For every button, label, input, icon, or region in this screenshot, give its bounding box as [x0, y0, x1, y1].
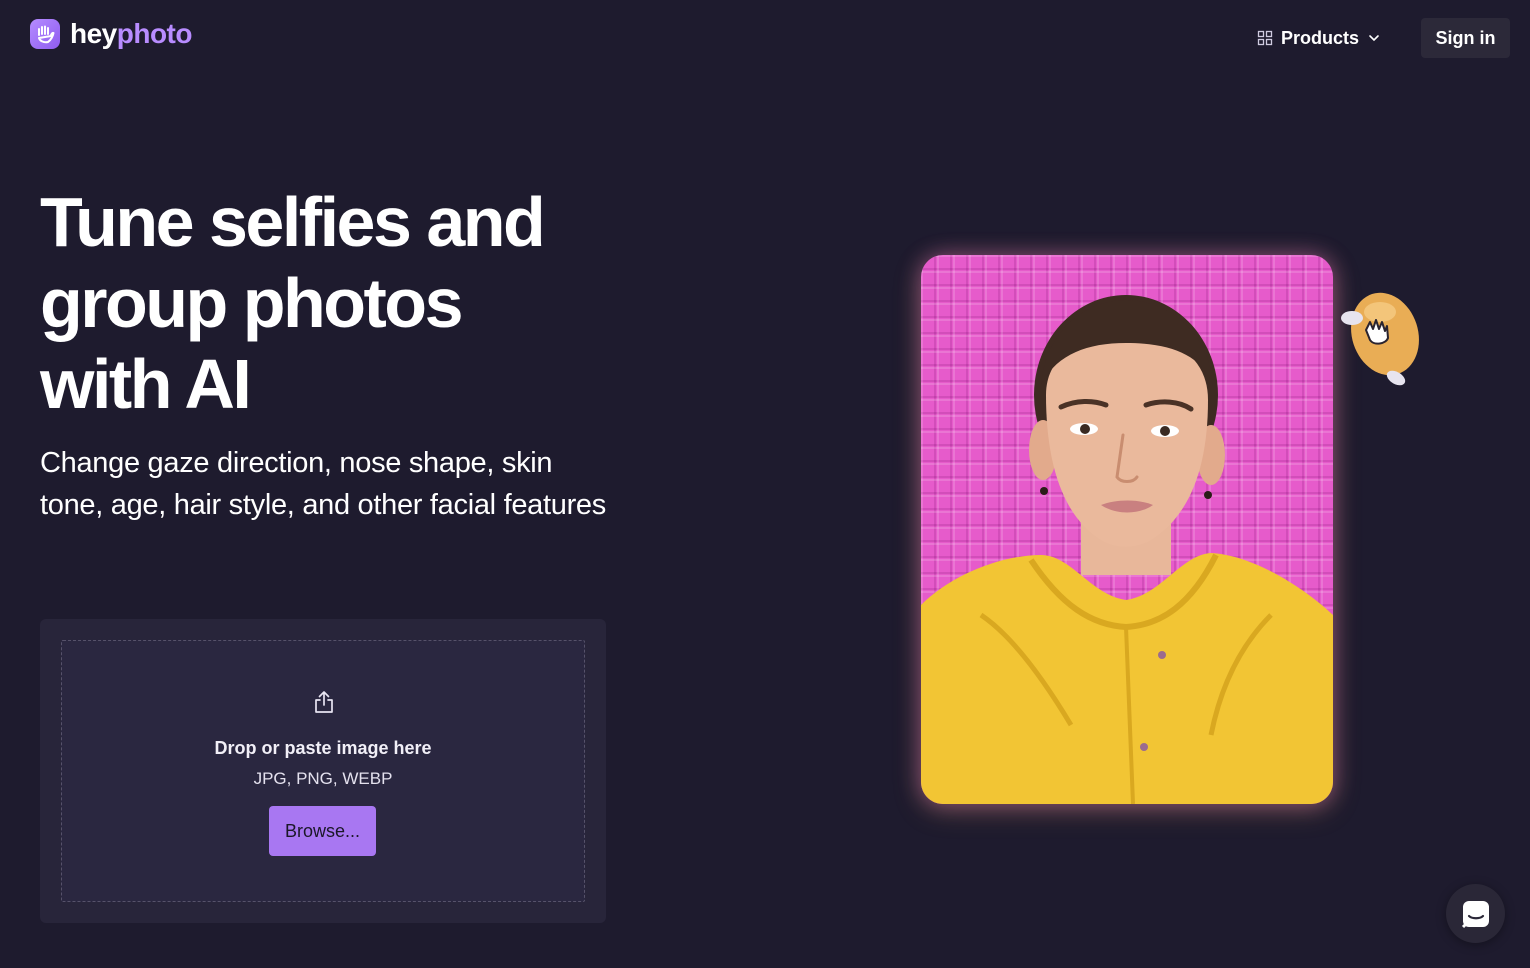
- demo-photo: [921, 255, 1333, 804]
- chat-button[interactable]: [1446, 884, 1505, 943]
- grid-icon: [1257, 30, 1273, 46]
- logo[interactable]: heyphoto: [30, 18, 193, 49]
- dropzone-formats: JPG, PNG, WEBP: [253, 769, 393, 788]
- products-label: Products: [1281, 27, 1360, 48]
- headline-line-3: with AI: [40, 345, 252, 423]
- upload-icon: [315, 691, 333, 713]
- page: heyphoto Products Sign in Tune selfies a…: [0, 0, 1530, 968]
- image-dropzone[interactable]: Drop or paste image here JPG, PNG, WEBP …: [61, 640, 585, 902]
- hand-logo-icon: [30, 19, 60, 49]
- mascot-hand-cursor: [1341, 292, 1419, 386]
- page-title: Tune selfies and group photos with AI: [40, 182, 660, 425]
- headline-line-1: Tune selfies and: [40, 183, 546, 261]
- brand-name: heyphoto: [70, 18, 193, 49]
- subheadline: Change gaze direction, nose shape, skin …: [40, 447, 606, 521]
- dropzone-title: Drop or paste image here: [214, 738, 432, 758]
- browse-button[interactable]: Browse...: [269, 806, 376, 856]
- chevron-down-icon: [1369, 35, 1379, 42]
- portrait-illustration: [921, 295, 1333, 804]
- products-menu-button[interactable]: Products: [1257, 24, 1381, 52]
- upload-card: Drop or paste image here JPG, PNG, WEBP …: [40, 619, 606, 923]
- sign-in-button[interactable]: Sign in: [1421, 18, 1510, 58]
- brand-name-part1: hey: [70, 18, 117, 49]
- headline-line-2: group photos: [40, 264, 464, 342]
- brand-name-part2: photo: [116, 18, 193, 49]
- chat-icon: [1461, 900, 1489, 928]
